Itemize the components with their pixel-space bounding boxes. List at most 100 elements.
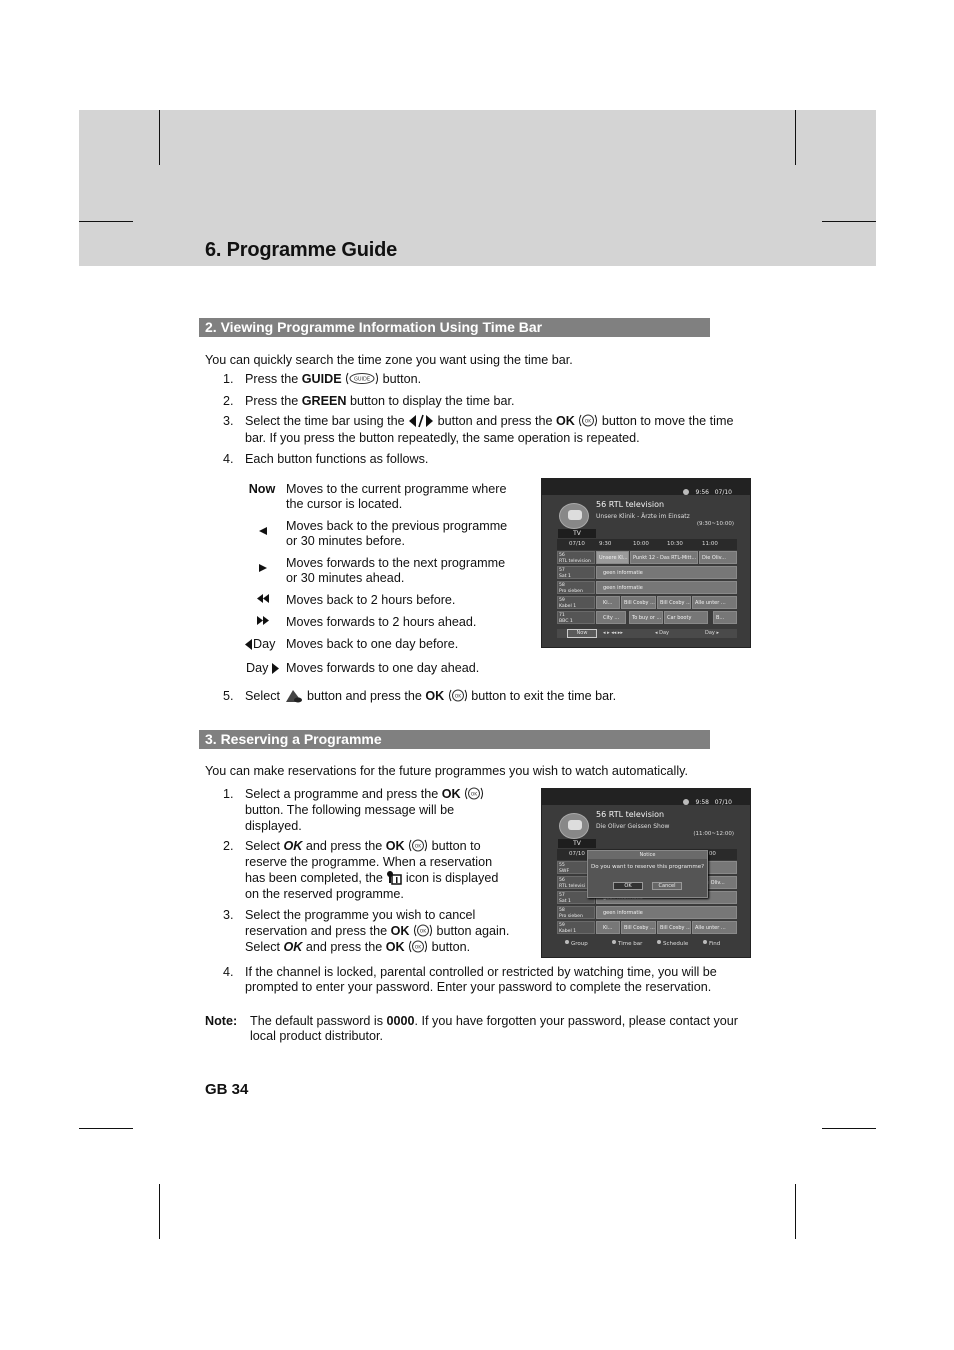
crop-mark — [795, 1184, 796, 1239]
guide-button-icon: GUIDE — [345, 371, 379, 386]
step-number: 5. — [223, 689, 234, 703]
section-heading-time-bar: 2. Viewing Programme Information Using T… — [199, 318, 710, 337]
step-text: button. The following message will be — [245, 803, 455, 817]
function-desc: Moves to the current programme where — [286, 482, 507, 496]
ok-label: OK — [385, 839, 405, 853]
tv-programme-cell: Car booty — [664, 611, 708, 624]
step-text: Select the programme you wish to cancel — [245, 908, 476, 922]
ok-label: OK — [283, 940, 303, 954]
channel-logo-icon — [559, 813, 589, 839]
step-text: has been completed, the — [245, 871, 387, 885]
tv-programme-name: Unsere Klinik - Ärzte im Einsatz — [596, 513, 690, 520]
tv-grid-row: 59 Kabel 1 Ki... Bill Cosby ... Bill Cosb… — [557, 921, 737, 935]
tv-time-bar: Now ◂ ▸ ◂◂ ▸▸ ◂ Day Day ▸ — [557, 629, 737, 638]
step-number: 2. — [223, 839, 234, 853]
function-desc: Moves forwards to the next programme — [286, 556, 506, 570]
tv-channel-cell: 59 Kabel 1 — [557, 596, 595, 609]
svg-text:OK: OK — [454, 694, 462, 700]
step-text: bar. If you press the button repeatedly,… — [245, 431, 640, 445]
tv-programme-cell: Alle unter ... — [692, 921, 737, 934]
tv-programme-cell: geen informatie — [596, 581, 737, 594]
dialog-cancel-button[interactable]: Cancel — [652, 882, 682, 890]
step-text: icon is displayed — [402, 871, 499, 885]
function-desc: or 30 minutes ahead. — [286, 571, 405, 585]
time-bar-day-back: ◂ Day — [655, 630, 669, 636]
day-back-icon — [245, 639, 252, 650]
tv-tab: TV — [558, 529, 596, 538]
channel-logo-icon — [559, 503, 589, 529]
default-password: 0000 — [386, 1014, 415, 1028]
svg-text:GUIDE: GUIDE — [354, 377, 370, 383]
step-text: reservation and press the — [245, 924, 391, 938]
crop-mark — [822, 1128, 876, 1129]
dialog-message: Do you want to reserve this programme? — [590, 864, 705, 870]
tv-grid-row: 57 Sat 1 geen informatie — [557, 566, 737, 580]
step-text: button and press the — [434, 414, 556, 428]
ok-button-icon: OK — [408, 838, 428, 853]
legend-group: Group — [565, 940, 588, 947]
step-text: reserve the programme. When a reservatio… — [245, 855, 493, 869]
function-desc: the cursor is located. — [286, 497, 403, 511]
exit-button-icon — [284, 688, 304, 703]
dialog-title: Notice — [588, 851, 707, 859]
green-label: GREEN — [301, 394, 347, 408]
function-desc: or 30 minutes before. — [286, 534, 406, 548]
section3-intro: You can make reservations for the future… — [205, 764, 688, 778]
step-text: prompted to enter your password. Enter y… — [245, 980, 712, 994]
time-bar-arrows-icon: ◂ ▸ ◂◂ ▸▸ — [603, 630, 623, 636]
ok-button-icon: OK — [578, 413, 598, 428]
tv-grid-header: 07/10 9:30 10:00 10:30 11:00 — [557, 539, 737, 550]
left-right-arrow-icon — [408, 413, 434, 428]
step-text: Select — [245, 689, 284, 703]
tv-programme-cell: Unsere Kl... — [596, 551, 629, 564]
note-text: local product distributor. — [250, 1029, 384, 1043]
right-arrow-icon — [258, 562, 268, 577]
step-text: button to move the time — [598, 414, 734, 428]
svg-text:OK: OK — [415, 844, 423, 850]
tv-programme-cell: geen informatie — [596, 906, 737, 919]
tv-channel-cell: 56 RTL television — [557, 551, 595, 564]
ok-button-icon: OK — [464, 786, 484, 801]
tv-programme-cell: Die Oliv... — [699, 551, 737, 564]
note-label: Note: — [205, 1014, 238, 1028]
step-number: 1. — [223, 787, 234, 801]
dialog-ok-button[interactable]: OK — [613, 882, 643, 890]
tv-programme-cell: Ki... — [596, 921, 620, 934]
tv-grid-row: 58 Pro sieben geen informatie — [557, 906, 737, 920]
page-title: 6. Programme Guide — [205, 239, 398, 261]
tv-time-range: (11:00~12:00) — [693, 831, 734, 837]
day-forward-icon — [272, 663, 280, 674]
clock-icon — [683, 489, 690, 495]
tv-programme-name: Die Oliver Geissen Show — [596, 823, 670, 830]
tv-grid-row: 58 Pro sieben geen informatie — [557, 581, 737, 595]
page-number: GB 34 — [205, 1081, 249, 1098]
grid-time: 10:00 — [633, 541, 649, 547]
step-number: 2. — [223, 394, 234, 408]
step-text: and press the — [302, 839, 386, 853]
day-forward-key: Day — [246, 661, 280, 676]
step-text: button and press the — [303, 689, 426, 703]
step-text: displayed. — [245, 819, 302, 833]
step-text: Select — [245, 940, 284, 954]
fast-forward-icon — [257, 614, 271, 629]
step-text: button to exit the time bar. — [467, 689, 617, 703]
time-bar-day-forward: Day ▸ — [705, 630, 719, 636]
crop-mark — [159, 1184, 160, 1239]
tv-programme-cell: Alle unter ... — [692, 596, 737, 609]
grid-date: 07/10 — [569, 541, 585, 547]
section2-intro: You can quickly search the time zone you… — [205, 353, 573, 367]
step-text: button again. — [433, 924, 510, 938]
time-bar-now-button: Now — [567, 629, 597, 638]
reservation-icon — [386, 870, 403, 885]
day-back-key: Day — [244, 637, 275, 652]
ok-label: OK — [425, 689, 445, 703]
step-text: button. — [428, 940, 471, 954]
grid-date: 07/10 — [569, 851, 585, 857]
step-text: Press the — [245, 372, 302, 386]
ok-button-icon: OK — [408, 939, 428, 954]
now-key: Now — [248, 482, 276, 496]
tv-programme-cell: Bill Cosby ... — [657, 921, 691, 934]
epg-screenshot-reserve: 9:58 07/10 56 RTL television Die Oliver … — [541, 788, 751, 958]
reserve-notice-dialog: Notice Do you want to reserve this progr… — [587, 850, 708, 898]
legend-schedule: Schedule — [657, 940, 688, 947]
